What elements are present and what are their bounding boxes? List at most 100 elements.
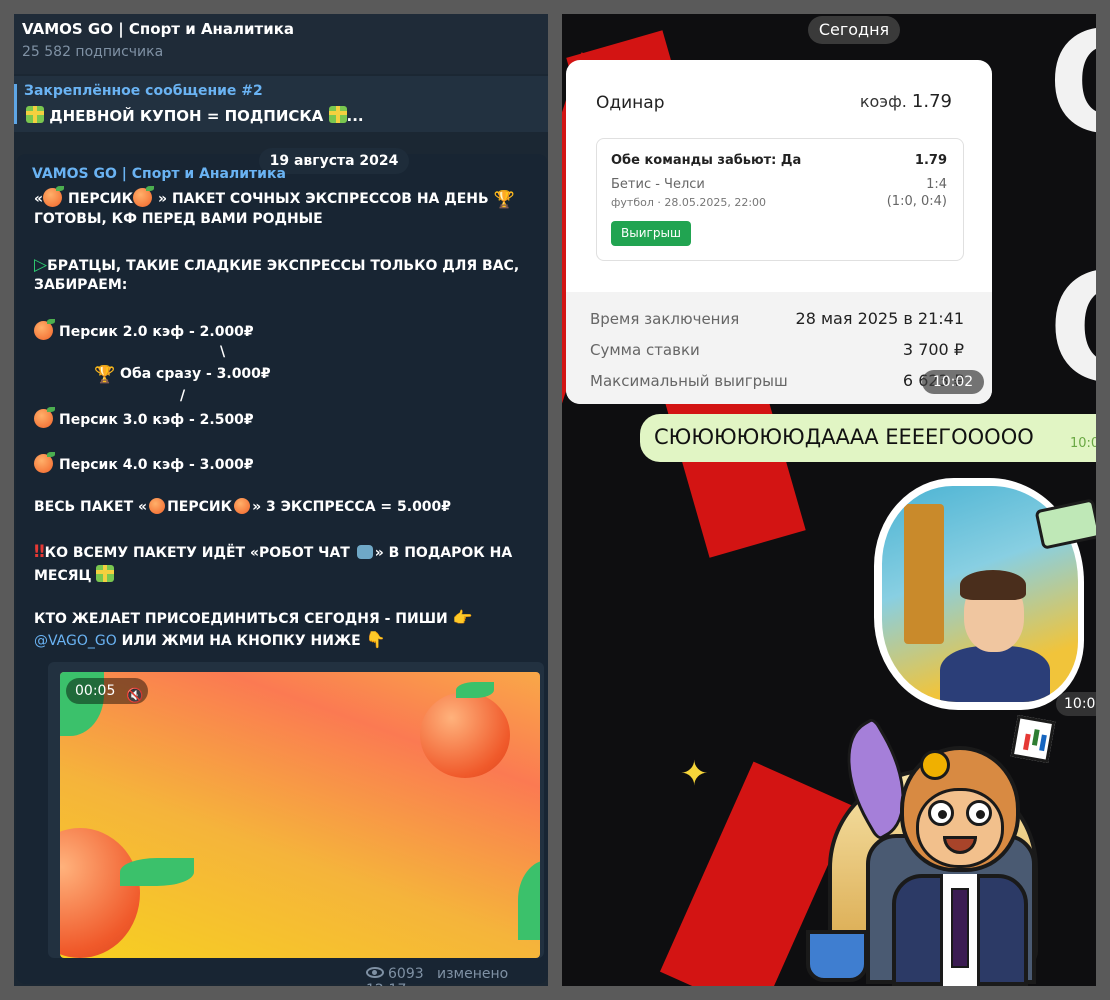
leaf-art	[456, 682, 494, 698]
quote-open: «	[34, 191, 44, 207]
sticker-businessman[interactable]	[874, 478, 1096, 710]
leaf-art	[120, 858, 194, 886]
video-attachment[interactable]: 00:05 🔇	[48, 662, 544, 958]
event-box: Обе команды забьют: Да 1.79 Бетис - Челс…	[596, 138, 964, 261]
event-score: 1:4	[926, 177, 947, 192]
gift-icon	[26, 106, 44, 123]
win-status-badge: Выигрыш	[611, 221, 691, 246]
event-outcome: Обе команды забьют: Да	[611, 153, 802, 168]
persik-word: ПЕРСИК	[68, 191, 134, 207]
sticker-eye-art	[966, 800, 992, 826]
robot-icon	[356, 545, 373, 559]
subscriber-count: 25 582 подписчика	[22, 44, 164, 60]
sticker-face-art	[916, 788, 1004, 868]
view-count: 6093	[388, 966, 424, 982]
bet-screenshot-card[interactable]: Одинар коэф. 1.79 Обе команды забьют: Да…	[566, 60, 992, 404]
username-link[interactable]: @VAGO_GO	[34, 633, 117, 649]
channel-header[interactable]: VAMOS GO | Спорт и Аналитика 25 582 подп…	[14, 14, 548, 74]
full-pack-c: » 3 ЭКСПРЕССА = 5.000₽	[252, 499, 452, 515]
price-both-text: Оба сразу - 3.000₽	[120, 366, 271, 382]
peach-icon	[34, 319, 55, 340]
gift-icon	[96, 565, 115, 582]
pinned-text-body: ДНЕВНОЙ КУПОН = ПОДПИСКА	[49, 107, 324, 125]
robot-line-c: МЕСЯЦ	[34, 568, 92, 584]
post-footer: 6093 изменено 12:17	[366, 966, 548, 986]
sticker-hair-art	[960, 570, 1026, 600]
coffee-cup-icon	[806, 930, 868, 982]
sticker-time: 10:0	[1056, 692, 1096, 716]
sticker-frame-art	[904, 504, 944, 644]
outgoing-message-time: 10:0	[1070, 436, 1096, 451]
outgoing-message-text: СЮЮЮЮЮЮДАААА ЕЕЕЕГООООО	[654, 425, 1034, 449]
join-line-2: @VAGO_GO ИЛИ ЖМИ НА КНОПКУ НИЖЕ 👇	[34, 630, 385, 649]
join-line: КТО ЖЕЛАЕТ ПРИСОЕДИНИТЬСЯ СЕГОДНЯ - ПИШИ…	[34, 608, 473, 627]
channel-title: VAMOS GO | Спорт и Аналитика	[22, 20, 295, 38]
detail-stake-label: Сумма ставки	[590, 341, 700, 359]
chart-paper-icon	[1010, 715, 1056, 763]
full-pack-b: ПЕРСИК	[167, 499, 233, 515]
bet-type: Одинар	[596, 93, 665, 113]
join-text-a: КТО ЖЕЛАЕТ ПРИСОЕДИНИТЬСЯ СЕГОДНЯ - ПИШИ	[34, 611, 448, 627]
peach-icon	[234, 498, 251, 514]
post-line-2: ГОТОВЫ, КФ ПЕРЕД ВАМИ РОДНЫЕ	[34, 211, 323, 227]
full-pack-line: ВЕСЬ ПАКЕТ « ПЕРСИК » 3 ЭКСПРЕССА = 5.000₽	[34, 498, 451, 515]
event-meta: футбол · 28.05.2025, 22:00	[611, 196, 767, 209]
sticker-monkey-businessman[interactable]	[788, 714, 1096, 986]
peach-icon	[34, 452, 55, 473]
price-persik-3: Персик 3.0 кэф - 2.500₽	[34, 407, 254, 428]
video-duration: 00:05 🔇	[66, 678, 148, 704]
post-line-1: « ПЕРСИК » ПАКЕТ СОЧНЫХ ЭКСПРЕССОВ НА ДЕНЬ…	[34, 186, 515, 210]
background-letter-art: O	[1048, 254, 1096, 404]
double-exclamation-icon: ‼	[34, 542, 45, 562]
pinned-title: Закреплённое сообщение #2	[24, 83, 263, 99]
full-pack-a: ВЕСЬ ПАКЕТ «	[34, 499, 148, 515]
sticker-tie-art	[951, 888, 969, 968]
robot-line-a: КО ВСЕМУ ПАКЕТУ ИДЁТ «РОБОТ ЧАТ	[44, 545, 350, 561]
coin-icon	[920, 750, 950, 780]
post-line-4: ЗАБИРАЕМ:	[34, 277, 128, 293]
post-line-3-text: БРАТЦЫ, ТАКИЕ СЛАДКИЕ ЭКСПРЕССЫ ТОЛЬКО Д…	[47, 258, 520, 274]
video-duration-text: 00:05	[75, 683, 116, 699]
price-persik-4: Персик 4.0 кэф - 3.000₽	[34, 452, 254, 473]
pinned-text: ДНЕВНОЙ КУПОН = ПОДПИСКА ...	[26, 106, 364, 125]
detail-maxwin-label: Максимальный выигрыш	[590, 372, 788, 390]
price-persik-2: Персик 2.0 кэф - 2.000₽	[34, 319, 254, 340]
background-letter-art: O	[1048, 14, 1096, 154]
event-odd: 1.79	[914, 153, 947, 168]
telegram-channel-panel: VAMOS GO | Спорт и Аналитика 25 582 подп…	[14, 14, 548, 986]
post-line-1-rest: » ПАКЕТ СОЧНЫХ ЭКСПРЕССОВ НА ДЕНЬ	[158, 191, 489, 207]
video-preview[interactable]: 00:05 🔇	[60, 672, 540, 958]
outgoing-message[interactable]: СЮЮЮЮЮЮДАААА ЕЕЕЕГООООО 10:0	[640, 414, 1096, 462]
sparkle-icon: ✦	[680, 754, 709, 794]
event-teams: Бетис - Челси	[611, 177, 705, 192]
join-text-b: ИЛИ ЖМИ НА КНОПКУ НИЖЕ	[116, 633, 361, 649]
price-persik-4-text: Персик 4.0 кэф - 3.000₽	[59, 457, 254, 473]
sticker-suit-art	[940, 646, 1050, 702]
detail-time-value: 28 мая 2025 в 21:41	[795, 309, 964, 328]
price-both: 🏆 Оба сразу - 3.000₽	[94, 365, 271, 385]
pinned-ellipsis: ...	[346, 107, 364, 125]
post-author[interactable]: VAMOS GO | Спорт и Аналитика	[32, 166, 286, 182]
message-time: 10:02	[922, 370, 984, 394]
detail-stake-value: 3 700 ₽	[902, 340, 964, 359]
mute-icon[interactable]: 🔇	[126, 683, 146, 704]
pointing-hand-icon: 👉	[452, 608, 473, 627]
date-chip-today: Сегодня	[808, 16, 900, 44]
views-eye-icon	[366, 967, 384, 978]
peach-art	[420, 692, 510, 778]
price-persik-3-text: Персик 3.0 кэф - 2.500₽	[59, 412, 254, 428]
trophy-icon: 🏆	[94, 365, 116, 385]
pinned-message-bar[interactable]: Закреплённое сообщение #2 ДНЕВНОЙ КУПОН …	[14, 76, 548, 132]
coef-value: 1.79	[911, 91, 952, 112]
sticker-eye-art	[928, 800, 954, 826]
peach-icon	[43, 186, 65, 207]
gift-icon	[328, 106, 347, 123]
price-persik-2-text: Персик 2.0 кэф - 2.000₽	[59, 324, 254, 340]
post-line-3: ▷БРАТЦЫ, ТАКИЕ СЛАДКИЕ ЭКСПРЕССЫ ТОЛЬКО …	[34, 255, 519, 275]
connector-slash-1: \	[220, 344, 226, 360]
coef-label: коэф.	[859, 92, 907, 111]
detail-time-label: Время заключения	[590, 310, 740, 328]
peach-art	[60, 828, 140, 958]
bet-coefficient: коэф. 1.79	[860, 91, 952, 112]
leaf-art	[518, 860, 540, 940]
